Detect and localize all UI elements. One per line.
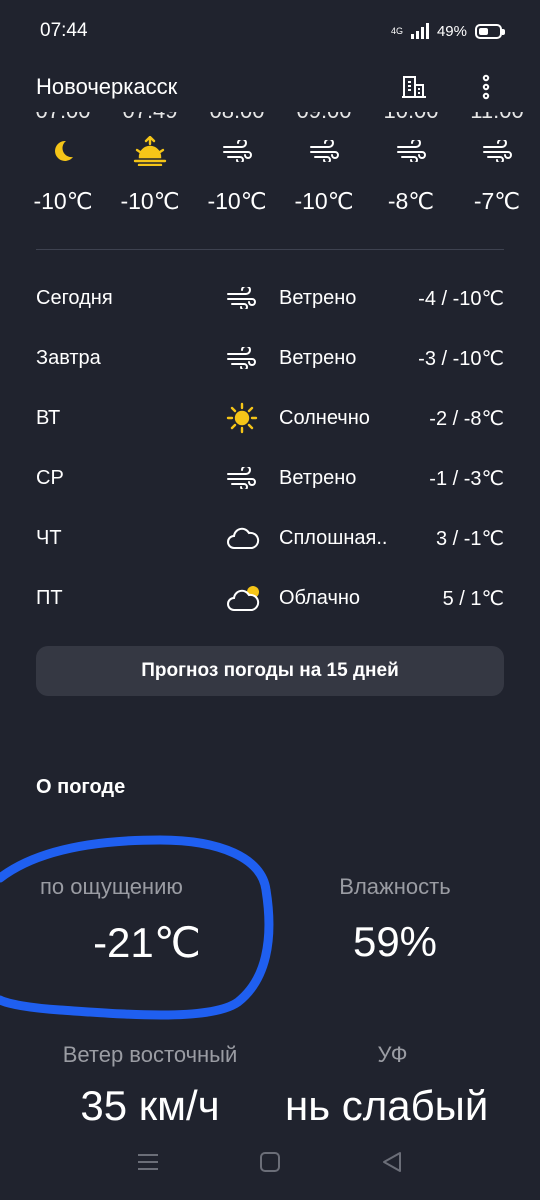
- wind-label: Ветер восточный: [62, 1042, 238, 1067]
- day-temp: -4 / -10℃: [418, 287, 504, 310]
- uv-value: нь слабый: [285, 1082, 489, 1129]
- status-bar: 07:44 4G 49%: [0, 0, 540, 62]
- network-type: 4G: [390, 26, 403, 36]
- forecast-15-days-button[interactable]: Прогноз погоды на 15 дней: [36, 646, 504, 696]
- wind-icon: [226, 467, 278, 489]
- day-temp: 5 / 1℃: [442, 587, 504, 610]
- day-condition: Ветрено: [279, 346, 357, 369]
- day-temp: -3 / -10℃: [418, 347, 504, 370]
- day-name: Завтра: [36, 346, 101, 369]
- day-row[interactable]: Сегодня Ветрено -4 / -10℃: [36, 268, 504, 328]
- hour-temp: -10℃: [120, 188, 180, 214]
- wind-icon: [366, 134, 456, 168]
- hour-time: 10:00: [366, 112, 456, 123]
- feels-like-card: по ощущению -21℃: [20, 874, 260, 967]
- feels-like-value: -21℃: [93, 919, 201, 966]
- hour-time: 11:00: [452, 112, 540, 123]
- day-condition: Сплошная..: [279, 526, 388, 549]
- uv-card: УФ нь слабый: [285, 1042, 500, 1130]
- day-name: ВТ: [36, 406, 61, 429]
- cloud-icon: [226, 526, 278, 550]
- partly-cloudy-icon: [226, 584, 278, 612]
- humidity-value: 59%: [352, 918, 438, 965]
- sunrise-icon: [105, 134, 195, 168]
- day-name: ЧТ: [36, 526, 62, 549]
- day-condition: Облачно: [279, 586, 361, 609]
- day-condition: Солнечно: [279, 406, 370, 429]
- hourly-forecast[interactable]: 07:00 -10℃ 07:49 -10℃ 08:00 -10℃ 09:00: [0, 112, 540, 232]
- system-nav-bar: [0, 1136, 540, 1192]
- wind-card: Ветер восточный 35 км/ч: [20, 1042, 280, 1130]
- status-time: 07:44: [40, 20, 88, 41]
- signal-icon: [410, 23, 429, 39]
- day-condition: Ветрено: [279, 466, 357, 489]
- hour-temp: -10℃: [33, 188, 93, 214]
- day-row[interactable]: ВТ Солнечно -2 / -8℃: [36, 388, 504, 448]
- wind-icon: [192, 134, 282, 168]
- day-name: Сегодня: [36, 286, 113, 309]
- hour-temp: -10℃: [294, 188, 354, 214]
- hour-item: 07:49 -10℃: [105, 112, 195, 215]
- daily-forecast: Сегодня Ветрено -4 / -10℃ Завтра Ветрено…: [36, 268, 504, 628]
- city-buildings-icon[interactable]: [396, 69, 432, 105]
- hour-temp: -8℃: [387, 188, 435, 214]
- city-name[interactable]: Новочеркасск: [36, 74, 360, 100]
- day-row[interactable]: ПТ Облачно 5 / 1℃: [36, 568, 504, 628]
- day-temp: 3 / -1℃: [435, 527, 504, 550]
- moon-icon: [18, 134, 108, 168]
- battery-percent: 49%: [436, 22, 467, 40]
- wind-icon: [279, 134, 369, 168]
- day-row[interactable]: Завтра Ветрено -3 / -10℃: [36, 328, 504, 388]
- hour-item: 10:00 -8℃: [366, 112, 456, 215]
- home-icon[interactable]: [259, 1151, 281, 1178]
- hour-item: 09:00 -10℃: [279, 112, 369, 215]
- day-row[interactable]: СР Ветрено -1 / -3℃: [36, 448, 504, 508]
- hour-item: 07:00 -10℃: [18, 112, 108, 215]
- hour-time: 09:00: [279, 112, 369, 123]
- day-condition: Ветрено: [279, 286, 357, 309]
- status-indicators: 4G 49%: [390, 22, 505, 40]
- humidity-card: Влажность 59%: [290, 874, 500, 966]
- hour-time: 08:00: [192, 112, 282, 123]
- app-header: Новочеркасск: [0, 62, 540, 112]
- day-name: ПТ: [36, 586, 63, 609]
- day-temp: -1 / -3℃: [429, 467, 504, 490]
- back-icon[interactable]: [381, 1151, 403, 1178]
- sun-icon: [226, 402, 278, 434]
- recents-icon[interactable]: [137, 1153, 159, 1176]
- battery-icon: [475, 23, 505, 39]
- more-vertical-icon[interactable]: [468, 69, 504, 105]
- hour-time: 07:49: [105, 112, 195, 123]
- day-row[interactable]: ЧТ Сплошная.. 3 / -1℃: [36, 508, 504, 568]
- wind-icon: [226, 347, 278, 369]
- feels-like-label: по ощущению: [40, 874, 183, 899]
- hour-item: 11:00 -7℃: [452, 112, 540, 215]
- hour-item: 08:00 -10℃: [192, 112, 282, 215]
- hour-temp: -10℃: [207, 188, 267, 214]
- wind-icon: [226, 287, 278, 309]
- wind-icon: [452, 134, 540, 168]
- day-temp: -2 / -8℃: [429, 407, 504, 430]
- hour-time: 07:00: [18, 112, 108, 123]
- day-name: СР: [36, 466, 64, 489]
- about-weather-title: О погоде: [36, 776, 126, 798]
- humidity-label: Влажность: [339, 874, 451, 899]
- wind-value: 35 км/ч: [80, 1082, 220, 1129]
- uv-label: УФ: [377, 1042, 408, 1067]
- hour-temp: -7℃: [473, 188, 521, 214]
- divider: [36, 249, 504, 250]
